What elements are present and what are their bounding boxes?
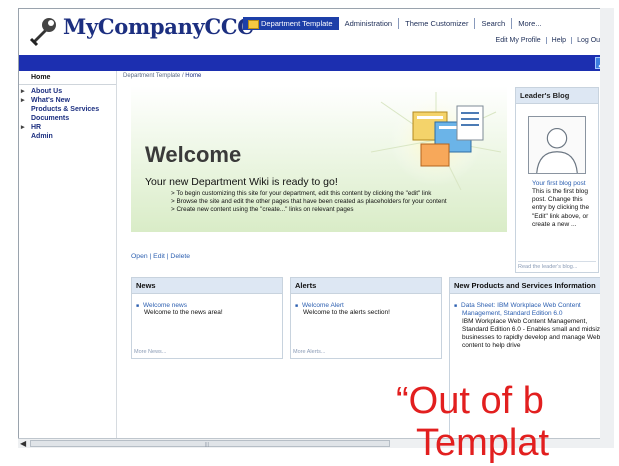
tab-department-template[interactable]: Department Template xyxy=(243,17,339,30)
list-item: To begin customizing this site for your … xyxy=(171,190,447,198)
alerts-title: Alerts xyxy=(291,278,441,294)
title-bar xyxy=(19,55,613,71)
alert-item-link[interactable]: Welcome Alert xyxy=(302,302,435,309)
user-links: Edit My Profile Help Log Out xyxy=(491,37,607,44)
sidebar-item-home[interactable]: Home xyxy=(19,71,116,85)
documents-illustration-icon xyxy=(370,92,501,190)
sidebar-item-documents[interactable]: Documents xyxy=(19,114,116,123)
blog-post-link[interactable]: Your first blog post xyxy=(532,180,586,187)
welcome-heading: Welcome xyxy=(145,142,242,167)
tab-theme-customizer[interactable]: Theme Customizer xyxy=(399,18,476,29)
overlay-line-2: Templat xyxy=(416,422,550,464)
tab-search[interactable]: Search xyxy=(475,18,513,29)
scroll-left-icon[interactable]: ◀ xyxy=(20,439,26,448)
breadcrumb: Department Template / Home xyxy=(123,73,202,79)
scroll-thumb[interactable]: ||| xyxy=(30,440,390,448)
welcome-banner: Welcome Your new Department Wiki is read… xyxy=(131,86,507,232)
breadcrumb-parent[interactable]: Department Template xyxy=(123,73,180,79)
products-title: New Products and Services Information xyxy=(450,278,612,294)
top-navigation: Department Template Administration Theme… xyxy=(243,17,556,30)
news-title: News xyxy=(132,278,282,294)
overlay-line-1: “Out of b xyxy=(396,380,544,422)
wiki-ready-text: Your new Department Wiki is ready to go! xyxy=(145,176,338,188)
more-alerts-link[interactable]: More Alerts... xyxy=(293,349,325,355)
blog-title: Leader's Blog xyxy=(516,88,598,104)
sidebar-item-admin[interactable]: Admin xyxy=(19,132,116,141)
product-item-link[interactable]: Data Sheet: IBM Workplace Web Content Ma… xyxy=(461,302,606,318)
edit-profile-link[interactable]: Edit My Profile xyxy=(491,37,547,44)
slide-overlay-text: “Out of b Templat xyxy=(396,380,549,464)
news-item-link[interactable]: Welcome news xyxy=(143,302,276,309)
sidebar-item-hr[interactable]: HR xyxy=(19,123,116,132)
news-item-text: Welcome to the news area! xyxy=(144,309,223,316)
list-item: Browse the site and edit the other pages… xyxy=(171,198,446,206)
alerts-portlet: Alerts Welcome Alert Welcome to the aler… xyxy=(290,277,442,359)
help-link[interactable]: Help xyxy=(547,37,573,44)
tab-administration[interactable]: Administration xyxy=(339,18,400,29)
more-news-link[interactable]: More News... xyxy=(134,349,166,355)
leaders-blog-portlet: Leader's Blog Your first blog post This … xyxy=(515,87,599,273)
sidebar-item-products-services[interactable]: Products & Services xyxy=(19,105,116,114)
getting-started-list: To begin customizing this site for your … xyxy=(171,190,447,215)
page-actions[interactable]: Open | Edit | Delete xyxy=(131,253,190,260)
grip-icon: ||| xyxy=(205,442,209,448)
alert-item-text: Welcome to the alerts section! xyxy=(303,309,390,316)
list-item: Create new content using the "create..."… xyxy=(171,206,447,214)
site-header: MyCompanyCCC Department Template Adminis… xyxy=(19,9,613,55)
wrench-logo-icon xyxy=(29,18,56,47)
breadcrumb-current: Home xyxy=(185,73,202,79)
news-portlet: News Welcome news Welcome to the news ar… xyxy=(131,277,283,359)
brand-title[interactable]: MyCompanyCCC xyxy=(63,14,254,39)
tab-more[interactable]: More... xyxy=(512,18,555,29)
sidebar-item-about-us[interactable]: About Us xyxy=(19,87,116,96)
sidebar-item-whats-new[interactable]: What's New xyxy=(19,96,116,105)
avatar xyxy=(528,116,586,174)
read-blog-link[interactable]: Read the leader's blog... xyxy=(518,261,596,270)
vertical-scrollbar[interactable] xyxy=(600,8,614,448)
blog-post-text: This is the first blog post. Change this… xyxy=(532,188,590,228)
product-item-text: IBM Workplace Web Content Management, St… xyxy=(462,318,604,349)
left-navigation: Home About Us What's New Products & Serv… xyxy=(19,71,117,447)
